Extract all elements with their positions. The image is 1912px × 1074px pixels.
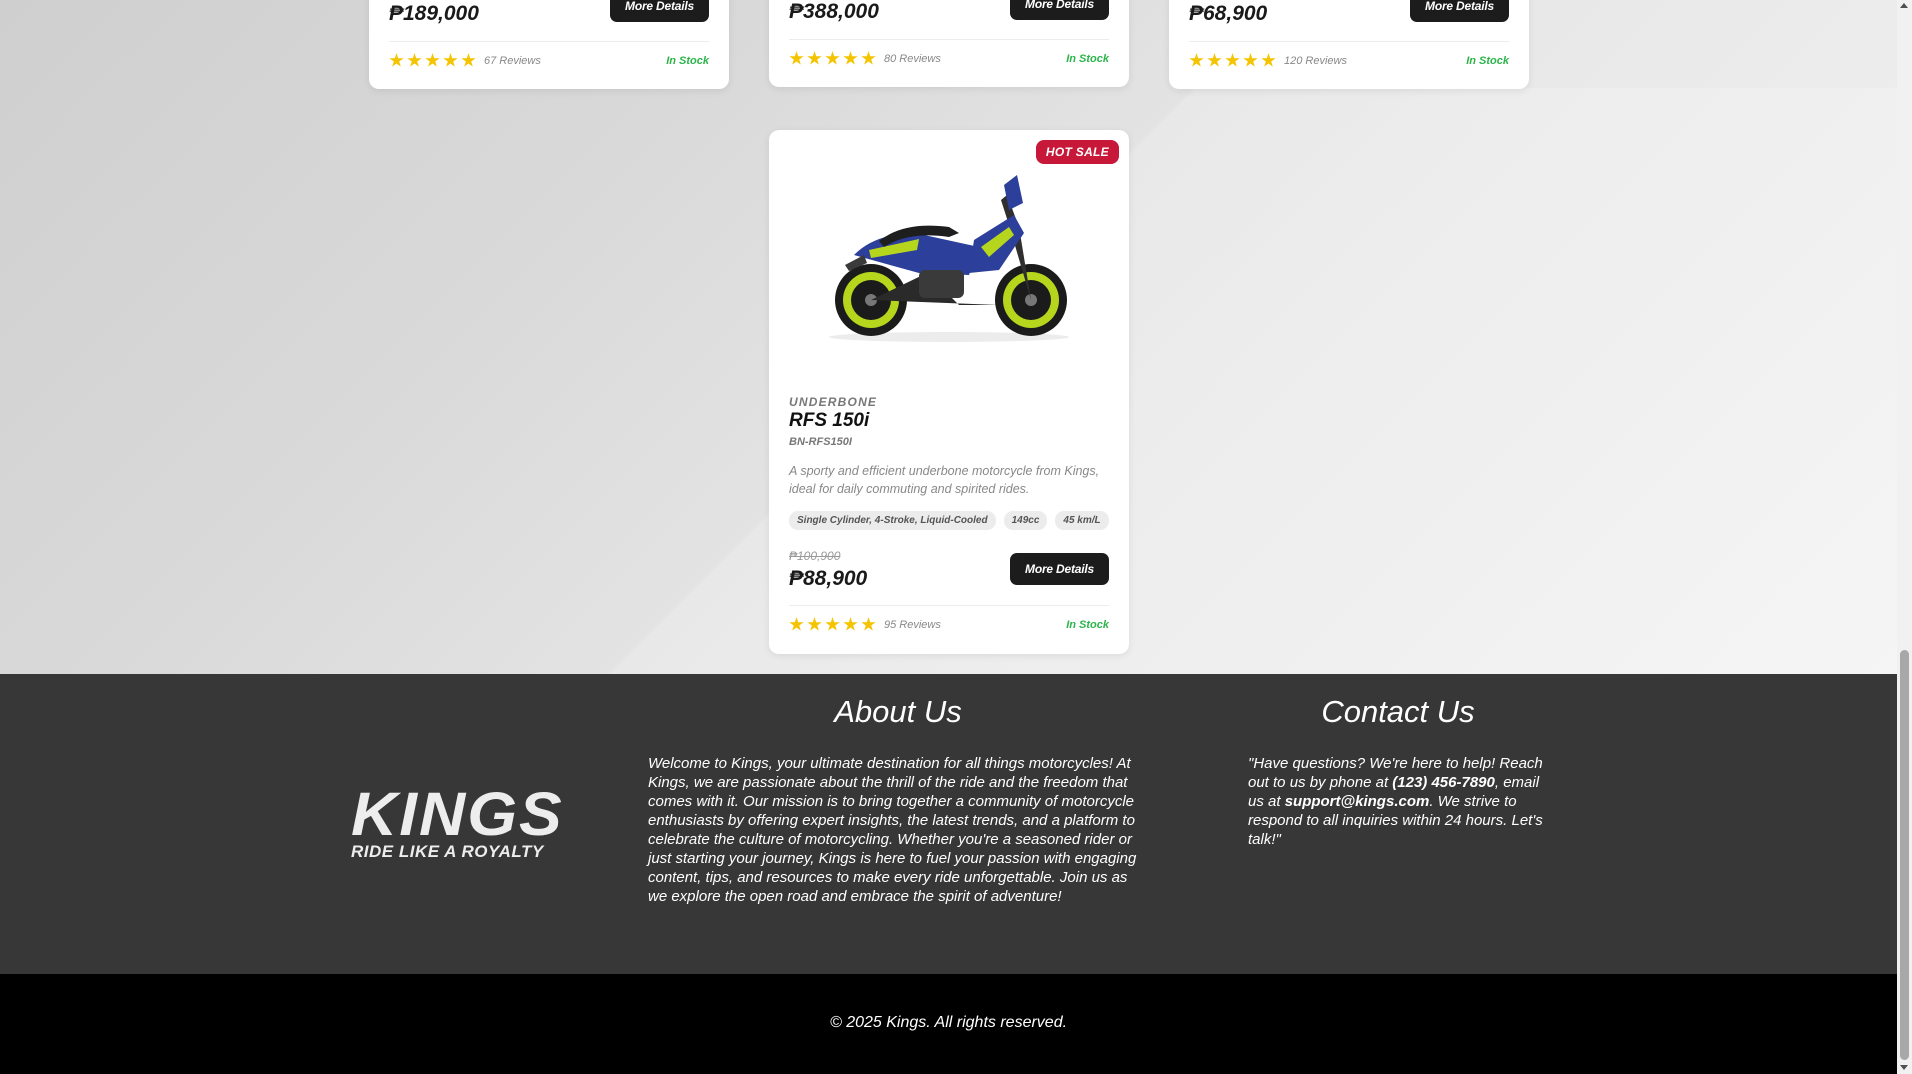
star-icon (789, 51, 804, 65)
contact-email[interactable]: support@kings.com (1285, 793, 1430, 810)
star-icon (861, 51, 876, 65)
original-price: ₱100,900 (789, 549, 841, 563)
scroll-down-arrow-icon[interactable] (1900, 1065, 1908, 1070)
copyright-text: © 2025 Kings. All rights reserved. (829, 1014, 1068, 1031)
spec-tag-displacement: 149cc (1003, 511, 1048, 530)
stock-status: In Stock (666, 55, 709, 67)
star-icon (443, 53, 458, 67)
star-icon (389, 53, 404, 67)
star-icon (1243, 53, 1258, 67)
star-icon (1189, 53, 1204, 67)
review-count: 95 Reviews (884, 619, 941, 631)
product-sku: BN-RFS150I (789, 436, 852, 448)
stock-status: In Stock (1466, 55, 1509, 67)
contact-us-text: "Have questions? We're here to help! Rea… (1248, 754, 1558, 849)
kings-logo[interactable]: KINGS RIDE LIKE A ROYALTY (351, 784, 564, 862)
star-icon (425, 53, 440, 67)
rating-stars (389, 53, 476, 68)
product-card-rfs150i: HOT SALE UNDERBONE RFS 150i BN-RFS150I A… (769, 130, 1129, 654)
card-divider (789, 39, 1109, 40)
about-us-title: About Us (834, 694, 962, 729)
card-divider (389, 41, 709, 42)
star-icon (1261, 53, 1276, 67)
logo-wordmark: KINGS (351, 779, 564, 849)
spec-tags: Single Cylinder, 4-Stroke, Liquid-Cooled… (789, 511, 1109, 530)
star-icon (825, 51, 840, 65)
site-footer: KINGS RIDE LIKE A ROYALTY About Us Welco… (0, 674, 1897, 974)
contact-us-title: Contact Us (1321, 694, 1475, 729)
star-icon (861, 617, 876, 631)
rating-stars (789, 51, 876, 66)
product-description: A sporty and efficient underbone motorcy… (789, 464, 1100, 496)
star-icon (807, 51, 822, 65)
more-details-button[interactable]: More Details (1010, 553, 1109, 585)
product-price: ₱88,900 (789, 567, 868, 590)
scroll-up-arrow-icon[interactable] (1900, 3, 1908, 8)
about-us-text: Welcome to Kings, your ultimate destinat… (648, 755, 1137, 905)
review-count: 67 Reviews (484, 55, 541, 67)
product-price: ₱388,000 (789, 0, 879, 23)
spec-tag-fuel-economy: 45 km/L (1055, 511, 1109, 530)
card-divider (789, 605, 1109, 606)
product-card: ₱388,000 More Details 80 Reviews In Stoc… (769, 0, 1129, 87)
product-category: UNDERBONE (789, 395, 878, 409)
card-divider (1189, 41, 1509, 42)
stock-status: In Stock (1066, 53, 1109, 65)
star-icon (1225, 53, 1240, 67)
star-icon (843, 617, 858, 631)
more-details-button[interactable]: More Details (1410, 0, 1509, 22)
star-icon (825, 617, 840, 631)
star-icon (461, 53, 476, 67)
copyright-bar: © 2025 Kings. All rights reserved. (0, 974, 1897, 1074)
stock-status: In Stock (1066, 619, 1109, 631)
rating-stars (789, 617, 876, 632)
star-icon (843, 51, 858, 65)
star-icon (1207, 53, 1222, 67)
star-icon (407, 53, 422, 67)
spec-tag-engine: Single Cylinder, 4-Stroke, Liquid-Cooled (789, 511, 996, 530)
review-count: 120 Reviews (1284, 55, 1347, 67)
more-details-button[interactable]: More Details (610, 0, 709, 22)
contact-phone[interactable]: (123) 456-7890 (1392, 774, 1495, 791)
vertical-scrollbar[interactable] (1897, 0, 1912, 1074)
page-viewport: ₱189,000 More Details 67 Reviews In Stoc… (0, 0, 1897, 1074)
more-details-button[interactable]: More Details (1010, 0, 1109, 20)
motorcycle-image (829, 175, 1069, 342)
rating-stars (1189, 53, 1276, 68)
product-card: ₱68,900 More Details 120 Reviews In Stoc… (1169, 0, 1529, 89)
product-price: ₱189,000 (389, 2, 479, 25)
review-count: 80 Reviews (884, 53, 941, 65)
star-icon (807, 617, 822, 631)
product-card: ₱189,000 More Details 67 Reviews In Stoc… (369, 0, 729, 89)
product-name: RFS 150i (789, 410, 870, 431)
scrollbar-thumb[interactable] (1900, 650, 1909, 1060)
star-icon (789, 617, 804, 631)
product-price: ₱68,900 (1189, 2, 1268, 25)
products-section: ₱189,000 More Details 67 Reviews In Stoc… (0, 0, 1897, 674)
